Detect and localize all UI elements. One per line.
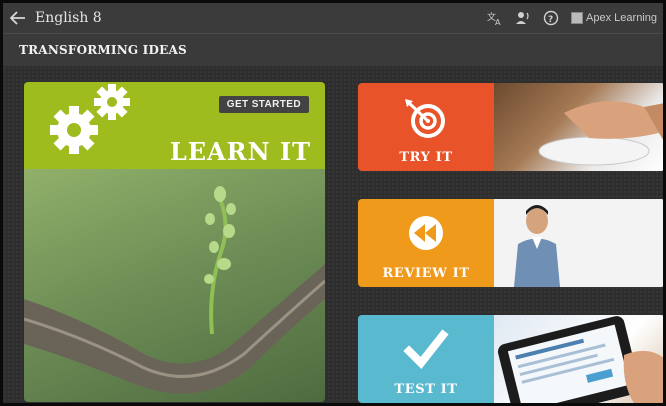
translate-icon: 文 A — [487, 11, 501, 26]
checkmark-icon — [403, 329, 449, 370]
review-it-photo — [494, 199, 663, 287]
target-icon — [405, 99, 445, 138]
section-bar: TRANSFORMING IDEAS — [3, 33, 663, 66]
learn-it-card[interactable]: GET STARTED LEARN IT — [24, 82, 325, 402]
help-icon: ? — [543, 10, 559, 26]
test-it-panel: TEST IT — [358, 315, 494, 403]
try-it-label: TRY IT — [399, 150, 453, 165]
app-frame: English 8 文 A ? Apex Learning TRANSFORMI… — [0, 0, 666, 406]
try-it-photo — [494, 83, 663, 171]
try-it-card[interactable]: TRY IT — [358, 83, 663, 171]
test-it-photo — [494, 315, 663, 403]
svg-text:?: ? — [548, 15, 553, 25]
apex-learning-logo: Apex Learning — [571, 12, 657, 24]
arrow-left-icon — [10, 11, 25, 25]
course-title: English 8 — [35, 10, 102, 26]
hand-mouse-image — [538, 101, 663, 166]
tablet-image — [497, 316, 663, 403]
top-bar: English 8 文 A ? Apex Learning — [3, 3, 663, 33]
section-title: TRANSFORMING IDEAS — [19, 43, 187, 57]
back-button[interactable] — [3, 3, 33, 33]
rewind-icon — [409, 216, 443, 250]
apex-logo-icon — [571, 12, 584, 24]
svg-text:A: A — [495, 18, 501, 26]
branch-sprout-image — [24, 186, 325, 394]
review-it-card[interactable]: REVIEW IT — [358, 199, 663, 287]
brand-name: Apex Learning — [586, 12, 657, 24]
help-button[interactable]: ? — [543, 10, 559, 26]
learn-it-label: LEARN IT — [169, 137, 311, 166]
presenter-image — [514, 205, 560, 287]
gears-icon — [50, 84, 130, 154]
test-it-label: TEST IT — [394, 382, 458, 397]
test-it-card[interactable]: TEST IT — [358, 315, 663, 403]
review-it-label: REVIEW IT — [382, 266, 470, 281]
translate-button[interactable]: 文 A — [487, 10, 503, 26]
learn-it-header: GET STARTED LEARN IT — [24, 82, 325, 169]
try-it-panel: TRY IT — [358, 83, 494, 171]
text-to-speech-icon — [516, 12, 529, 24]
get-started-badge[interactable]: GET STARTED — [218, 96, 309, 113]
text-to-speech-button[interactable] — [515, 10, 531, 26]
learn-it-photo — [24, 169, 325, 402]
activity-area: GET STARTED LEARN IT TRY IT REVIEW IT TE… — [3, 66, 663, 403]
review-it-panel: REVIEW IT — [358, 199, 494, 287]
